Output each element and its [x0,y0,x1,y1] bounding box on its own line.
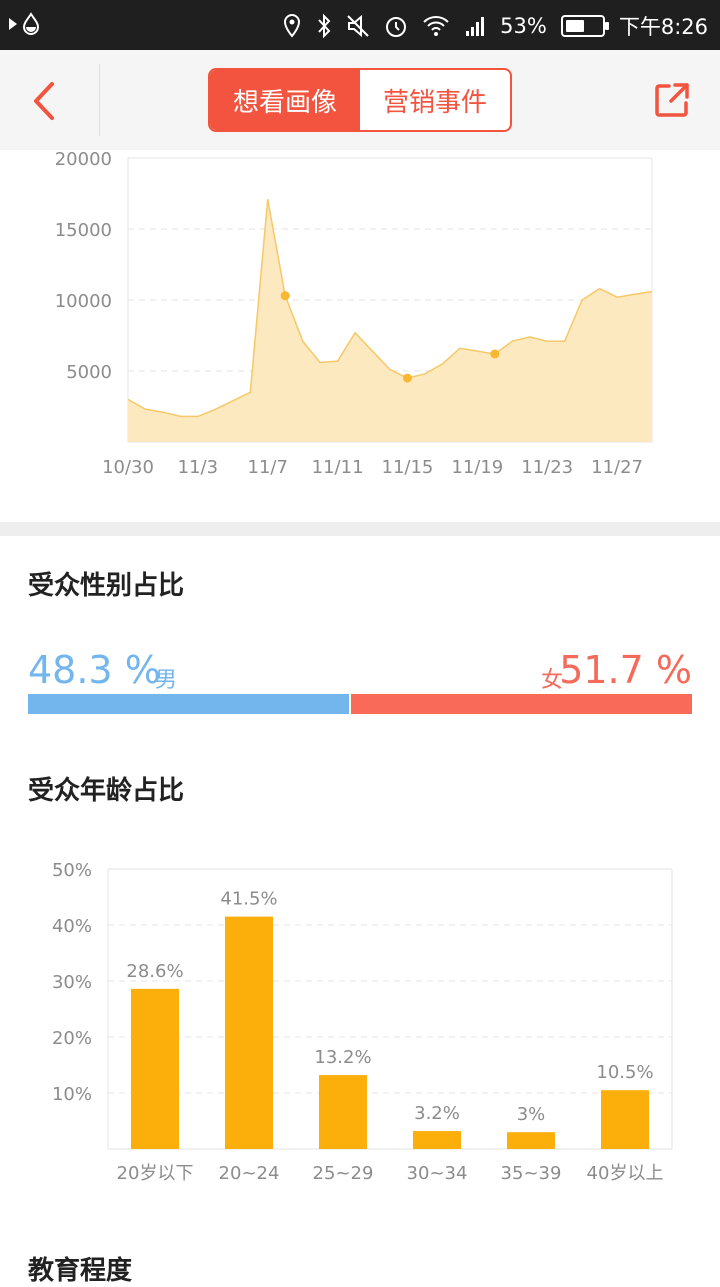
bar-value-label: 13.2% [314,1047,371,1068]
x-category-label: 20岁以下 [117,1163,194,1184]
data-point-marker [280,291,290,301]
x-category-label: 25~29 [313,1163,374,1184]
y-tick-label: 5000 [66,362,112,383]
y-tick-label: 50% [52,860,92,881]
bluetooth-icon [318,13,331,39]
age-bar [507,1132,555,1149]
age-bar [413,1131,461,1149]
education-section-title: 教育程度 [28,1256,133,1286]
location-icon [284,13,301,38]
x-tick-label: 11/27 [591,457,643,478]
play-icon [9,18,17,30]
x-category-label: 20~24 [219,1163,280,1184]
female-percentage: 51.7 % [559,648,692,692]
y-tick-label: 10000 [55,291,112,312]
status-left-icons [8,12,42,36]
back-arrow-icon[interactable] [20,76,70,126]
male-label: 男 [155,668,178,693]
bar-value-label: 41.5% [220,889,277,910]
nav-divider [99,64,100,136]
bar-value-label: 10.5% [596,1062,653,1083]
segmented-control: 想看画像 营销事件 [208,68,512,132]
trend-area-chart: 5000 10000 15000 20000 10/30 11/3 11/7 11/11 11/… [55,150,653,478]
x-tick-label: 11/19 [451,457,503,478]
y-tick-label: 20% [52,1028,92,1049]
gender-section-title: 受众性别占比 [28,571,185,601]
bar-value-label: 28.6% [126,961,183,982]
x-category-label: 35~39 [501,1163,562,1184]
alarm-icon [386,17,407,37]
wifi-icon [423,16,449,36]
y-tick-label: 10% [52,1084,92,1105]
status-right-icons: 53% 下午8:26 [282,11,708,41]
x-tick-label: 11/11 [312,457,364,478]
age-bar [319,1075,367,1149]
y-tick-label: 15000 [55,220,112,241]
y-tick-label: 20000 [55,150,112,170]
male-percentage: 48.3 % [28,648,161,692]
x-tick-label: 11/15 [382,457,434,478]
x-tick-label: 11/23 [521,457,573,478]
y-tick-label: 30% [52,972,92,993]
share-icon[interactable] [654,82,690,118]
status-bar: 53% 下午8:26 [0,0,720,50]
y-tick-label: 40% [52,916,92,937]
female-segment [350,694,692,714]
water-drop-icon [22,12,40,35]
mute-icon [347,14,369,38]
data-point-marker [402,373,412,383]
bar-value-label: 3.2% [414,1103,460,1124]
male-segment [28,694,349,714]
age-bar [225,916,273,1149]
data-point-marker [490,349,500,359]
age-bar [131,988,179,1149]
age-section-title: 受众年龄占比 [28,776,185,806]
tab-marketing-events[interactable]: 营销事件 [360,70,510,130]
battery-level [565,20,584,32]
battery-icon [560,15,609,37]
age-bar-chart: 10% 20% 30% 40% 50% 28.6% 20岁以下 41.5% 20~24 13.2%… [52,860,673,1184]
signal-icon [466,17,485,36]
clock: 下午8:26 [618,15,708,39]
nav-bar: 想看画像 营销事件 [0,50,720,150]
x-category-label: 40岁以上 [587,1163,664,1184]
x-tick-label: 11/3 [178,457,218,478]
gender-ratio-bar [28,694,692,714]
x-category-label: 30~34 [407,1163,468,1184]
section-separator [0,522,720,536]
x-tick-label: 11/7 [248,457,288,478]
x-tick-label: 10/30 [102,457,154,478]
tab-portrait[interactable]: 想看画像 [210,70,360,130]
battery-percent: 53% [500,14,547,38]
bar-value-label: 3% [517,1104,546,1125]
age-bar [601,1090,649,1149]
